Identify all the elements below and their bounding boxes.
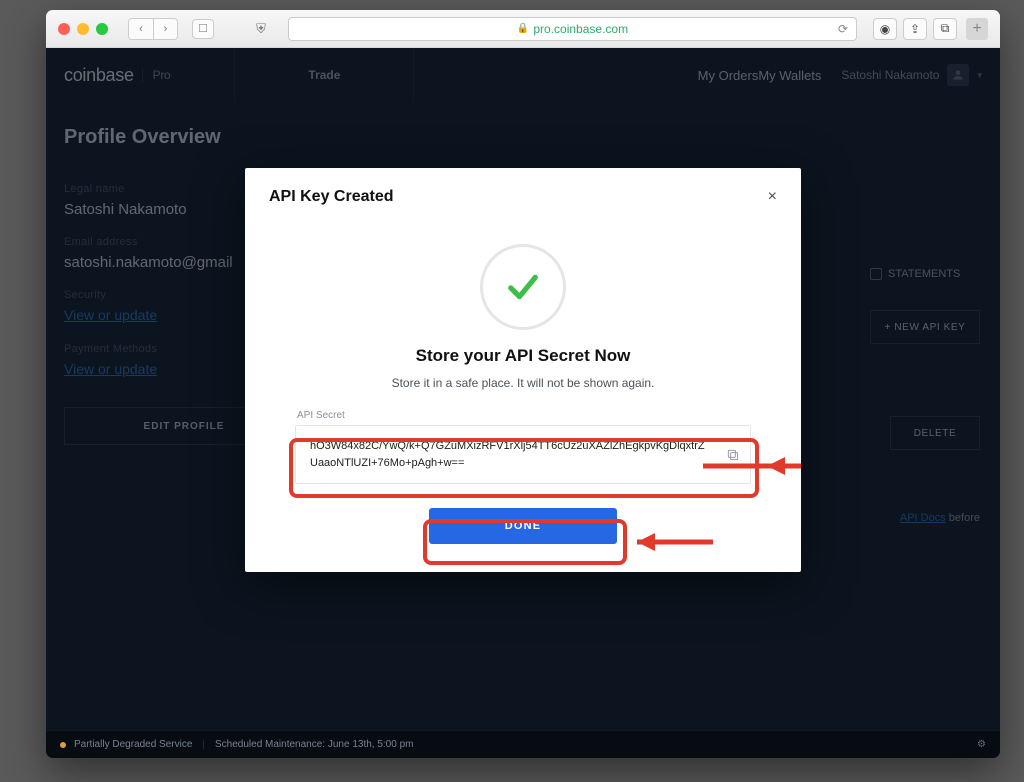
status-text: Partially Degraded Service <box>74 739 192 750</box>
status-maintenance: Scheduled Maintenance: June 13th, 5:00 p… <box>215 739 413 750</box>
modal-heading: Store your API Secret Now <box>245 346 801 366</box>
new-tab-button[interactable]: + <box>966 18 988 40</box>
app-body: coinbase Pro Trade My Orders My Wallets … <box>46 48 1000 758</box>
share-icon[interactable]: ⇪ <box>903 18 927 40</box>
status-bar: Partially Degraded Service | Scheduled M… <box>46 730 1000 758</box>
modal-title: API Key Created <box>269 188 394 206</box>
success-check-icon <box>480 244 566 330</box>
reload-icon[interactable]: ⟳ <box>838 22 848 36</box>
toolbar-right: ◉ ⇪ ⧉ + <box>873 18 988 40</box>
url-bar[interactable]: 🔒 pro.coinbase.com ⟳ <box>288 17 857 41</box>
window-controls <box>58 23 108 35</box>
modal-header: API Key Created × <box>245 168 801 226</box>
lock-icon: 🔒 <box>517 23 529 34</box>
status-indicator-icon <box>60 742 66 748</box>
api-secret-field[interactable]: hO3W84x82C/YwQ/k+Q7GZuMXizRFV1rXlj54TT6c… <box>295 425 751 484</box>
nav-back-forward: ‹ › <box>128 18 178 40</box>
api-secret-label: API Secret <box>297 410 801 421</box>
browser-titlebar: ‹ › ☐ ⛨ 🔒 pro.coinbase.com ⟳ ◉ ⇪ ⧉ + <box>46 10 1000 48</box>
download-icon[interactable]: ◉ <box>873 18 897 40</box>
url-text: pro.coinbase.com <box>533 22 628 36</box>
done-button[interactable]: DONE <box>429 508 617 544</box>
sidebar-toggle-button[interactable]: ☐ <box>192 19 214 39</box>
back-button[interactable]: ‹ <box>129 19 153 39</box>
forward-button[interactable]: › <box>153 19 177 39</box>
close-icon[interactable]: × <box>768 188 777 206</box>
close-window-icon[interactable] <box>58 23 70 35</box>
api-key-created-modal: API Key Created × Store your API Secret … <box>245 168 801 572</box>
fullscreen-window-icon[interactable] <box>96 23 108 35</box>
gear-icon[interactable]: ⚙ <box>977 739 986 750</box>
minimize-window-icon[interactable] <box>77 23 89 35</box>
modal-subtext: Store it in a safe place. It will not be… <box>245 376 801 390</box>
api-secret-value: hO3W84x82C/YwQ/k+Q7GZuMXizRFV1rXlj54TT6c… <box>310 440 705 469</box>
copy-icon[interactable] <box>726 448 740 462</box>
browser-window: ‹ › ☐ ⛨ 🔒 pro.coinbase.com ⟳ ◉ ⇪ ⧉ + coi… <box>46 10 1000 758</box>
privacy-shield-icon[interactable]: ⛨ <box>250 21 272 37</box>
tabs-icon[interactable]: ⧉ <box>933 18 957 40</box>
